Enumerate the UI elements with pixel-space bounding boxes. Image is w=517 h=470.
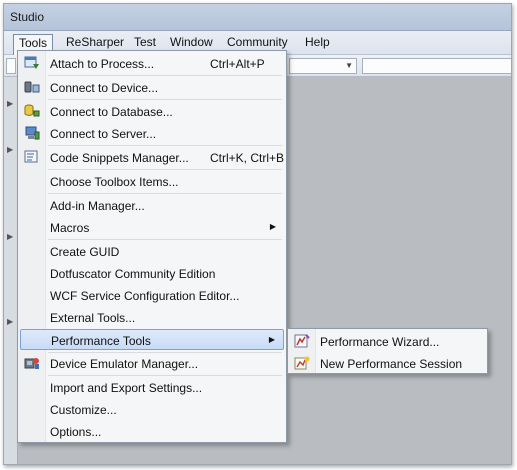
collapse-arrow-icon[interactable]: ▶ [7,145,13,154]
menu-separator [48,169,282,170]
left-tool-strip: ▶ ▶ ▶ ▶ [4,77,18,464]
connect-device-icon [24,80,40,94]
performance-wizard-icon [294,334,310,348]
connect-server-icon [24,126,40,140]
menu-item-label: Device Emulator Manager... [50,357,199,371]
menu-item-label: Performance Tools [51,334,151,348]
menu-item-customize[interactable]: Customize... [20,399,284,420]
menu-separator [48,99,282,100]
menu-item-shortcut: Ctrl+K, Ctrl+B [210,151,285,165]
menu-item-label: Choose Toolbox Items... [50,175,179,189]
tools-menu: Attach to Process... Ctrl+Alt+P Connect … [17,50,287,443]
toolbar-combo[interactable]: ▼ [289,58,357,74]
menu-item-label: Attach to Process... [50,57,155,71]
menu-separator [48,145,282,146]
menu-item-label: Customize... [50,403,117,417]
title-bar: Studio [4,4,511,31]
menu-item-dotfuscator[interactable]: Dotfuscator Community Edition [20,263,284,284]
menu-item-connect-to-database[interactable]: Connect to Database... [20,101,284,122]
attach-process-icon [24,56,40,70]
menu-item-device-emulator-manager[interactable]: Device Emulator Manager... [20,353,284,374]
collapse-arrow-icon[interactable]: ▶ [7,99,13,108]
menu-item-label: Import and Export Settings... [50,381,203,395]
connect-database-icon [24,104,40,118]
menu-item-new-performance-session[interactable]: New Performance Session [290,353,485,374]
menu-item-macros[interactable]: Macros ▶ [20,217,284,238]
toolbar-combo-left[interactable] [6,58,16,74]
code-snippets-icon [24,150,40,164]
menu-item-label: Options... [50,425,102,439]
menu-item-connect-to-device[interactable]: Connect to Device... [20,77,284,98]
menu-item-performance-wizard[interactable]: Performance Wizard... [290,331,485,352]
menu-item-create-guid[interactable]: Create GUID [20,241,284,262]
menu-item-add-in-manager[interactable]: Add-in Manager... [20,195,284,216]
menu-separator [48,239,282,240]
collapse-arrow-icon[interactable]: ▶ [7,317,13,326]
menu-item-label: Macros [50,221,90,235]
submenu-arrow-icon: ▶ [268,335,275,344]
menu-item-import-export-settings[interactable]: Import and Export Settings... [20,377,284,398]
toolbar-combo-wide[interactable] [362,58,511,74]
menu-item-shortcut: Ctrl+Alt+P [210,57,265,71]
menu-item-choose-toolbox-items[interactable]: Choose Toolbox Items... [20,171,284,192]
menu-item-label: New Performance Session [320,357,463,371]
menu-separator [48,75,282,76]
menu-item-performance-tools[interactable]: Performance Tools ▶ [20,329,284,350]
menubar-help[interactable]: Help [301,35,334,52]
menu-item-external-tools[interactable]: External Tools... [20,307,284,328]
menu-item-label: Connect to Database... [50,105,173,119]
device-emulator-icon [24,356,40,370]
window-title: Studio [10,10,45,24]
menu-item-attach-to-process[interactable]: Attach to Process... Ctrl+Alt+P [20,53,284,74]
chevron-down-icon: ▼ [345,61,353,70]
submenu-arrow-icon: ▶ [269,222,276,231]
menu-item-label: Create GUID [50,245,120,259]
menu-separator [48,193,282,194]
menu-item-label: Connect to Device... [50,81,159,95]
menu-item-label: Code Snippets Manager... [50,151,189,165]
performance-tools-submenu: Performance Wizard... New Performance Se… [287,328,488,374]
menu-item-label: Dotfuscator Community Edition [50,267,216,281]
collapse-arrow-icon[interactable]: ▶ [7,232,13,241]
menu-item-label: Performance Wizard... [320,335,440,349]
menu-separator [48,375,282,376]
menu-item-label: Add-in Manager... [50,199,145,213]
menu-item-connect-to-server[interactable]: Connect to Server... [20,123,284,144]
menu-item-label: External Tools... [50,311,136,325]
menu-item-wcf-service-configuration-editor[interactable]: WCF Service Configuration Editor... [20,285,284,306]
menu-item-label: Connect to Server... [50,127,157,141]
menu-item-code-snippets-manager[interactable]: Code Snippets Manager... Ctrl+K, Ctrl+B [20,147,284,168]
new-performance-session-icon [294,356,310,370]
menu-item-options[interactable]: Options... [20,421,284,442]
menu-item-label: WCF Service Configuration Editor... [50,289,240,303]
